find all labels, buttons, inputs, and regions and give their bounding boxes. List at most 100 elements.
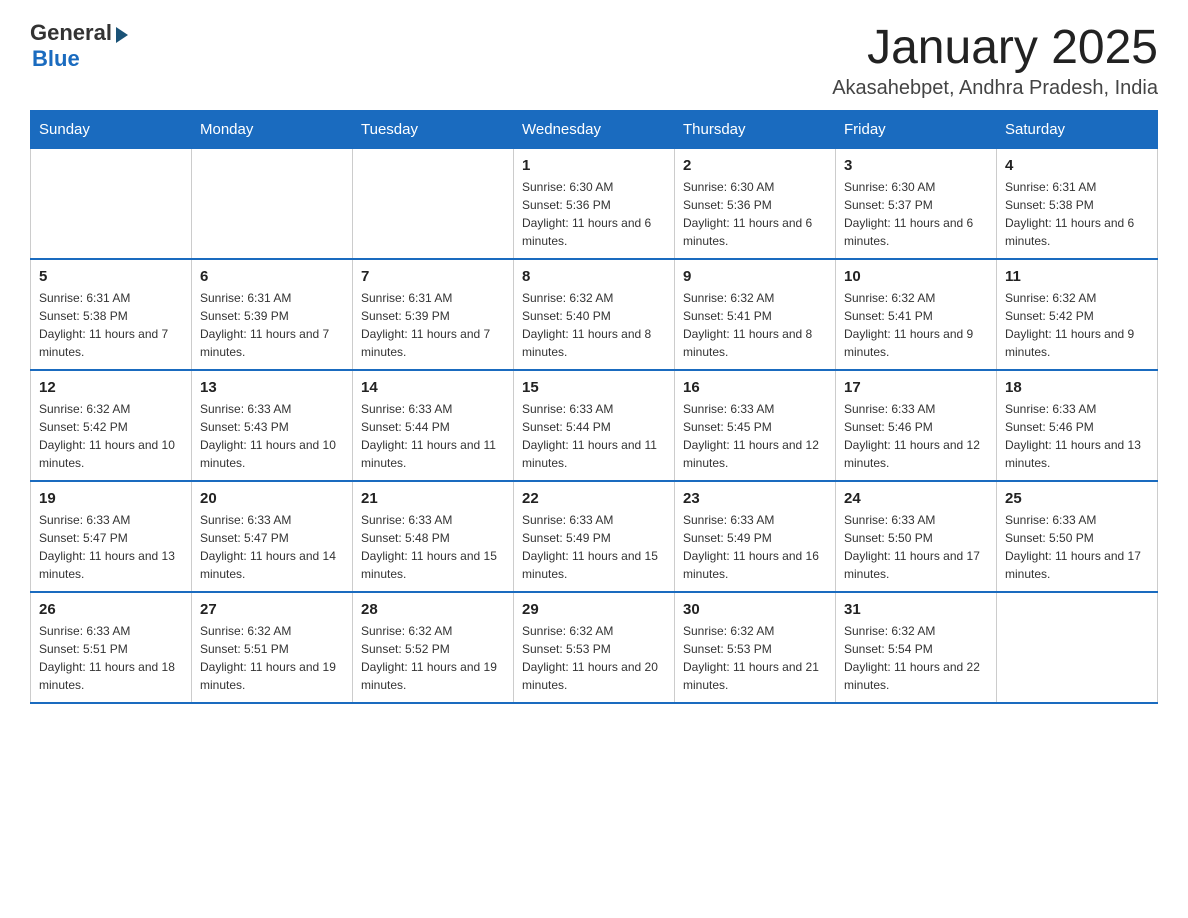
calendar-week-row: 19 Sunrise: 6:33 AMSunset: 5:47 PMDayligh… <box>31 481 1158 592</box>
calendar-day-7: 7 Sunrise: 6:31 AMSunset: 5:39 PMDaylight… <box>353 259 514 370</box>
day-info: Sunrise: 6:33 AMSunset: 5:51 PMDaylight:… <box>39 622 183 694</box>
day-info: Sunrise: 6:33 AMSunset: 5:47 PMDaylight:… <box>39 511 183 583</box>
calendar-day-6: 6 Sunrise: 6:31 AMSunset: 5:39 PMDaylight… <box>192 259 353 370</box>
day-info: Sunrise: 6:32 AMSunset: 5:41 PMDaylight:… <box>844 289 988 361</box>
day-info: Sunrise: 6:33 AMSunset: 5:50 PMDaylight:… <box>1005 511 1149 583</box>
day-number: 17 <box>844 379 988 396</box>
calendar-day-5: 5Sunrise: 6:31 AMSunset: 5:38 PMDaylight… <box>31 259 192 370</box>
weekday-header-saturday: Saturday <box>997 111 1158 149</box>
day-info: Sunrise: 6:30 AMSunset: 5:37 PMDaylight:… <box>844 178 988 250</box>
day-number: 23 <box>683 490 827 507</box>
logo: General Blue <box>30 20 128 72</box>
calendar-empty-cell <box>997 592 1158 703</box>
day-info: Sunrise: 6:33 AMSunset: 5:46 PMDaylight:… <box>844 400 988 472</box>
day-info: Sunrise: 6:33 AMSunset: 5:49 PMDaylight:… <box>522 511 666 583</box>
day-number: 19 <box>39 490 183 507</box>
calendar-empty-cell <box>353 149 514 260</box>
calendar-day-8: 8Sunrise: 6:32 AMSunset: 5:40 PMDaylight… <box>514 259 675 370</box>
day-info: Sunrise: 6:31 AMSunset: 5:38 PMDaylight:… <box>1005 178 1149 250</box>
day-number: 13 <box>200 379 344 396</box>
calendar-table: SundayMondayTuesdayWednesdayThursdayFrid… <box>30 110 1158 704</box>
day-info: Sunrise: 6:33 AMSunset: 5:46 PMDaylight:… <box>1005 400 1149 472</box>
location: Akasahebpet, Andhra Pradesh, India <box>832 77 1158 100</box>
day-info: Sunrise: 6:33 AMSunset: 5:44 PMDaylight:… <box>522 400 666 472</box>
calendar-day-14: 14 Sunrise: 6:33 AMSunset: 5:44 PMDayligh… <box>353 370 514 481</box>
day-info: Sunrise: 6:31 AMSunset: 5:39 PMDaylight:… <box>200 289 344 361</box>
day-number: 3 <box>844 157 988 174</box>
day-number: 10 <box>844 268 988 285</box>
calendar-day-25: 25 Sunrise: 6:33 AMSunset: 5:50 PMDayligh… <box>997 481 1158 592</box>
weekday-header-wednesday: Wednesday <box>514 111 675 149</box>
logo-arrow-icon <box>116 27 128 43</box>
calendar-day-19: 19 Sunrise: 6:33 AMSunset: 5:47 PMDayligh… <box>31 481 192 592</box>
calendar-day-17: 17 Sunrise: 6:33 AMSunset: 5:46 PMDayligh… <box>836 370 997 481</box>
day-number: 18 <box>1005 379 1149 396</box>
calendar-day-2: 2 Sunrise: 6:30 AMSunset: 5:36 PMDaylight… <box>675 149 836 260</box>
weekday-header-thursday: Thursday <box>675 111 836 149</box>
calendar-day-22: 22 Sunrise: 6:33 AMSunset: 5:49 PMDayligh… <box>514 481 675 592</box>
calendar-day-26: 26 Sunrise: 6:33 AMSunset: 5:51 PMDayligh… <box>31 592 192 703</box>
day-info: Sunrise: 6:33 AMSunset: 5:44 PMDaylight:… <box>361 400 505 472</box>
logo-blue-text: Blue <box>32 46 80 72</box>
day-info: Sunrise: 6:32 AMSunset: 5:40 PMDaylight:… <box>522 289 666 361</box>
logo-general-text: General <box>30 20 112 46</box>
day-number: 30 <box>683 601 827 618</box>
calendar-day-10: 10 Sunrise: 6:32 AMSunset: 5:41 PMDayligh… <box>836 259 997 370</box>
day-number: 29 <box>522 601 666 618</box>
day-info: Sunrise: 6:30 AMSunset: 5:36 PMDaylight:… <box>683 178 827 250</box>
calendar-day-3: 3 Sunrise: 6:30 AMSunset: 5:37 PMDaylight… <box>836 149 997 260</box>
day-info: Sunrise: 6:32 AMSunset: 5:41 PMDaylight:… <box>683 289 827 361</box>
day-info: Sunrise: 6:33 AMSunset: 5:48 PMDaylight:… <box>361 511 505 583</box>
day-info: Sunrise: 6:32 AMSunset: 5:52 PMDaylight:… <box>361 622 505 694</box>
day-number: 22 <box>522 490 666 507</box>
day-info: Sunrise: 6:33 AMSunset: 5:45 PMDaylight:… <box>683 400 827 472</box>
day-info: Sunrise: 6:33 AMSunset: 5:43 PMDaylight:… <box>200 400 344 472</box>
day-number: 2 <box>683 157 827 174</box>
calendar-empty-cell <box>192 149 353 260</box>
calendar-day-21: 21Sunrise: 6:33 AMSunset: 5:48 PMDayligh… <box>353 481 514 592</box>
weekday-header-friday: Friday <box>836 111 997 149</box>
day-number: 16 <box>683 379 827 396</box>
day-number: 25 <box>1005 490 1149 507</box>
calendar-day-1: 1 Sunrise: 6:30 AMSunset: 5:36 PMDaylight… <box>514 149 675 260</box>
day-number: 26 <box>39 601 183 618</box>
day-info: Sunrise: 6:30 AMSunset: 5:36 PMDaylight:… <box>522 178 666 250</box>
day-info: Sunrise: 6:31 AMSunset: 5:39 PMDaylight:… <box>361 289 505 361</box>
calendar-day-31: 31Sunrise: 6:32 AMSunset: 5:54 PMDayligh… <box>836 592 997 703</box>
calendar-day-16: 16 Sunrise: 6:33 AMSunset: 5:45 PMDayligh… <box>675 370 836 481</box>
day-number: 4 <box>1005 157 1149 174</box>
calendar-day-9: 9 Sunrise: 6:32 AMSunset: 5:41 PMDaylight… <box>675 259 836 370</box>
calendar-week-row: 1 Sunrise: 6:30 AMSunset: 5:36 PMDaylight… <box>31 149 1158 260</box>
day-info: Sunrise: 6:31 AMSunset: 5:38 PMDaylight:… <box>39 289 183 361</box>
calendar-day-30: 30Sunrise: 6:32 AMSunset: 5:53 PMDayligh… <box>675 592 836 703</box>
calendar-week-row: 26 Sunrise: 6:33 AMSunset: 5:51 PMDayligh… <box>31 592 1158 703</box>
title-section: January 2025 Akasahebpet, Andhra Pradesh… <box>832 20 1158 100</box>
day-number: 1 <box>522 157 666 174</box>
day-number: 12 <box>39 379 183 396</box>
day-number: 27 <box>200 601 344 618</box>
day-number: 7 <box>361 268 505 285</box>
day-number: 24 <box>844 490 988 507</box>
calendar-day-24: 24Sunrise: 6:33 AMSunset: 5:50 PMDayligh… <box>836 481 997 592</box>
calendar-day-28: 28Sunrise: 6:32 AMSunset: 5:52 PMDayligh… <box>353 592 514 703</box>
day-number: 9 <box>683 268 827 285</box>
day-info: Sunrise: 6:32 AMSunset: 5:54 PMDaylight:… <box>844 622 988 694</box>
day-number: 6 <box>200 268 344 285</box>
day-number: 15 <box>522 379 666 396</box>
page-header: General Blue January 2025 Akasahebpet, A… <box>30 20 1158 100</box>
calendar-week-row: 5Sunrise: 6:31 AMSunset: 5:38 PMDaylight… <box>31 259 1158 370</box>
calendar-week-row: 12 Sunrise: 6:32 AMSunset: 5:42 PMDayligh… <box>31 370 1158 481</box>
calendar-empty-cell <box>31 149 192 260</box>
calendar-day-11: 11Sunrise: 6:32 AMSunset: 5:42 PMDayligh… <box>997 259 1158 370</box>
month-title: January 2025 <box>832 20 1158 75</box>
calendar-day-27: 27Sunrise: 6:32 AMSunset: 5:51 PMDayligh… <box>192 592 353 703</box>
calendar-day-20: 20 Sunrise: 6:33 AMSunset: 5:47 PMDayligh… <box>192 481 353 592</box>
calendar-header-row: SundayMondayTuesdayWednesdayThursdayFrid… <box>31 111 1158 149</box>
day-info: Sunrise: 6:32 AMSunset: 5:42 PMDaylight:… <box>39 400 183 472</box>
day-number: 14 <box>361 379 505 396</box>
weekday-header-sunday: Sunday <box>31 111 192 149</box>
calendar-day-23: 23Sunrise: 6:33 AMSunset: 5:49 PMDayligh… <box>675 481 836 592</box>
day-info: Sunrise: 6:33 AMSunset: 5:47 PMDaylight:… <box>200 511 344 583</box>
day-number: 11 <box>1005 268 1149 285</box>
day-number: 20 <box>200 490 344 507</box>
